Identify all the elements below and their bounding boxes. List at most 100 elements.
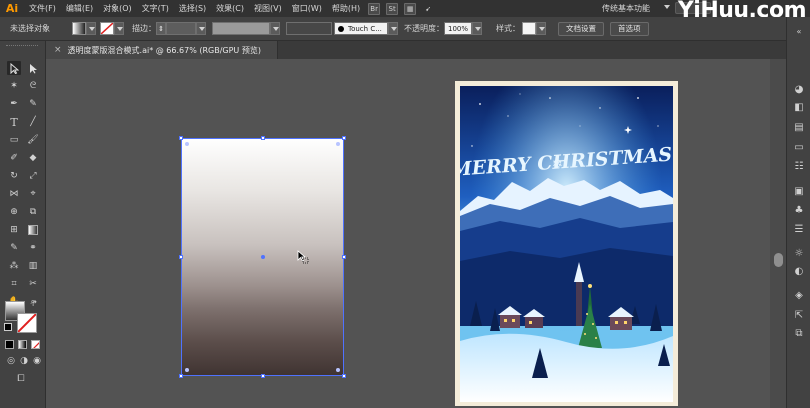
corner-widget[interactable]	[336, 142, 340, 146]
close-icon[interactable]: ×	[54, 45, 62, 55]
menu-window[interactable]: 窗口(W)	[287, 0, 327, 17]
transparency-icon[interactable]: ☼	[793, 247, 805, 259]
scroll-thumb[interactable]	[774, 253, 783, 267]
color-mode-icon[interactable]	[5, 340, 14, 349]
menu-view[interactable]: 视图(V)	[249, 0, 287, 17]
shaper-icon[interactable]: ✐	[7, 151, 21, 165]
draw-inside-icon[interactable]: ◉	[30, 354, 44, 368]
gradient-mode-icon[interactable]	[18, 340, 27, 349]
paintbrush-icon[interactable]: 🖌	[26, 133, 40, 147]
eraser-icon[interactable]: ◆	[26, 151, 40, 165]
width-icon[interactable]: ⋈	[7, 187, 21, 201]
stroke-proxy[interactable]	[17, 313, 37, 333]
opacity-field[interactable]: 100%	[444, 22, 472, 35]
asset-export-icon[interactable]: ⇱	[793, 309, 805, 321]
chevron-down-icon[interactable]	[664, 5, 670, 9]
resize-handle-middle-right[interactable]	[342, 255, 346, 259]
brush-picker[interactable]: Touch C...	[334, 22, 388, 35]
christmas-card-artwork[interactable]: MERRY CHRISTMAS! ❄	[460, 86, 673, 402]
workspace-switcher[interactable]: 传统基本功能	[602, 0, 650, 17]
type-icon[interactable]: T	[7, 115, 21, 129]
resize-handle-bottom-right[interactable]	[342, 374, 346, 378]
menu-help[interactable]: 帮助(H)	[327, 0, 365, 17]
rectangle-icon[interactable]: ▭	[7, 133, 21, 147]
arrange-documents-icon[interactable]: ▦	[404, 2, 417, 15]
swatches-icon[interactable]: ▤	[793, 121, 805, 133]
stroke-weight-dropdown[interactable]	[196, 22, 206, 35]
resize-handle-top-center[interactable]	[261, 136, 265, 140]
graphic-style-swatch[interactable]	[522, 22, 536, 35]
selection-icon[interactable]	[7, 61, 21, 75]
stroke-weight-stepper[interactable]: ⇕	[156, 22, 166, 35]
gpu-performance-icon[interactable]: ➹	[422, 3, 434, 15]
profile-dropdown[interactable]	[270, 22, 280, 35]
document-tab[interactable]: × 透明度蒙版混合模式.ai* @ 66.67% (RGB/GPU 预览)	[46, 41, 278, 59]
artboard-icon[interactable]: ⌗	[7, 277, 21, 291]
eyedropper-icon[interactable]: ✎	[7, 241, 21, 255]
menu-effect[interactable]: 效果(C)	[211, 0, 249, 17]
collapse-panels-icon[interactable]: «	[793, 25, 805, 37]
menu-type[interactable]: 文字(T)	[137, 0, 174, 17]
corner-widget[interactable]	[336, 368, 340, 372]
opacity-dropdown[interactable]	[472, 22, 482, 35]
gradient-panel-icon[interactable]: ☰	[793, 223, 805, 235]
resize-handle-bottom-left[interactable]	[179, 374, 183, 378]
menu-file[interactable]: 文件(F)	[24, 0, 61, 17]
color-icon[interactable]: ◕	[793, 83, 805, 95]
resize-handle-bottom-center[interactable]	[261, 374, 265, 378]
gradient-icon[interactable]	[26, 223, 40, 237]
screen-mode-icon[interactable]: ⧠	[14, 372, 28, 386]
stroke-swatch[interactable]	[100, 22, 114, 35]
corner-widget[interactable]	[185, 368, 189, 372]
bridge-button[interactable]: Br	[368, 2, 381, 15]
preferences-button[interactable]: 首选项	[610, 21, 649, 36]
appearance-icon[interactable]: ◐	[793, 265, 805, 277]
slice-icon[interactable]: ✂	[26, 277, 40, 291]
perspective-icon[interactable]: ⧉	[26, 205, 40, 219]
stroke-dropdown[interactable]	[114, 22, 124, 35]
corner-widget[interactable]	[185, 142, 189, 146]
lasso-icon[interactable]: ᘓ	[26, 79, 40, 93]
free-transform-icon[interactable]: ⌖	[26, 187, 40, 201]
scale-icon[interactable]: ⤢	[26, 169, 40, 183]
menu-object[interactable]: 对象(O)	[98, 0, 137, 17]
resize-handle-top-left[interactable]	[179, 136, 183, 140]
stock-button[interactable]: St	[386, 2, 399, 15]
color-guide-icon[interactable]: ◧	[793, 101, 805, 113]
menu-select[interactable]: 选择(S)	[174, 0, 211, 17]
pen-icon[interactable]: ✒	[7, 97, 21, 111]
brush-definition[interactable]	[286, 22, 332, 35]
variable-width-profile[interactable]	[212, 22, 270, 35]
graphic-styles-icon[interactable]: ▣	[793, 185, 805, 197]
brush-dropdown[interactable]	[388, 22, 398, 35]
resize-handle-middle-left[interactable]	[179, 255, 183, 259]
fill-dropdown[interactable]	[86, 22, 96, 35]
mesh-icon[interactable]: ⊞	[7, 223, 21, 237]
brushes-icon[interactable]: ▭	[793, 141, 805, 153]
draw-mode-icon[interactable]: ◎	[4, 354, 18, 368]
artboards-icon[interactable]: ⧉	[793, 327, 805, 339]
magic-wand-icon[interactable]: ✶	[7, 79, 21, 93]
resize-handle-top-right[interactable]	[342, 136, 346, 140]
curvature-icon[interactable]: ✎	[26, 97, 40, 111]
panel-grip[interactable]	[6, 45, 38, 47]
default-fill-stroke-icon[interactable]	[4, 323, 12, 331]
stroke-icon[interactable]: ♣	[793, 204, 805, 216]
menu-edit[interactable]: 编辑(E)	[61, 0, 98, 17]
column-graph-icon[interactable]: ▥	[26, 259, 40, 273]
stroke-weight-field[interactable]	[166, 22, 196, 35]
none-mode-icon[interactable]	[31, 340, 40, 349]
symbol-sprayer-icon[interactable]: ⁂	[7, 259, 21, 273]
blend-icon[interactable]: ⚭	[26, 241, 40, 255]
fill-swatch[interactable]	[72, 22, 86, 35]
symbols-icon[interactable]: ☷	[793, 160, 805, 172]
swap-fill-stroke-icon[interactable]: ↱	[31, 299, 38, 308]
draw-behind-icon[interactable]: ◑	[17, 354, 31, 368]
line-icon[interactable]: ╱	[26, 115, 40, 129]
direct-selection-icon[interactable]	[26, 61, 40, 75]
layers-icon[interactable]: ◈	[793, 289, 805, 301]
graphic-style-dropdown[interactable]	[536, 22, 546, 35]
document-setup-button[interactable]: 文档设置	[558, 21, 604, 36]
vertical-scrollbar[interactable]	[770, 59, 786, 408]
shape-builder-icon[interactable]: ⊕	[7, 205, 21, 219]
